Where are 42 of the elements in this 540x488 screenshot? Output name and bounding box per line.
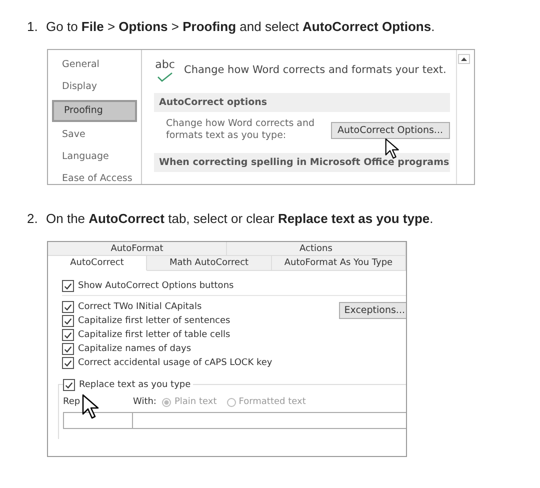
nav-item[interactable]: Ease of Access [52,168,137,190]
nav-item[interactable]: General [52,54,137,76]
checkbox[interactable] [62,343,74,355]
with-label: With: [133,397,156,407]
tab[interactable]: AutoFormat As You Type [272,256,406,271]
checkbox-label: Correct accidental usage of cAPS LOCK key [78,358,272,368]
step-number: 1. [27,18,39,34]
checkbox-label: Show AutoCorrect Options buttons [78,281,234,291]
tab[interactable]: AutoFormat [48,242,227,256]
step-number: 2. [27,210,39,226]
instruction-text: On the AutoCorrect tab, select or clear Replace text as you type. [46,210,434,226]
checkbox[interactable] [62,315,74,327]
radio-label: Plain text [174,397,217,407]
checkbox[interactable] [62,357,74,369]
checkbox-label: Correct TWo INitial CApitals [78,302,202,312]
section-description: Change how Word corrects and formats text as you type: [166,118,316,142]
checkbox-label: Replace text as you type [79,380,191,390]
checkbox[interactable] [62,329,74,341]
autocorrect-options-button[interactable]: AutoCorrect Options... [330,122,450,138]
instruction-text: Go to File > Options > Proofing and select AutoCorrect Options. [46,18,435,34]
nav-item[interactable]: Proofing [52,100,137,122]
scrollbar[interactable] [456,50,471,184]
nav-item[interactable]: Language [52,146,137,168]
mouse-pointer-icon [82,394,100,420]
section-heading: When correcting spelling in Microsoft Office programs [154,153,450,172]
section-heading: AutoCorrect options [154,93,450,112]
checkbox-label: Capitalize first letter of table cells [78,330,230,340]
tab[interactable]: Math AutoCorrect [147,256,272,271]
replace-label: Rep [63,397,82,407]
intro-text: Change how Word corrects and formats your text. [184,64,446,76]
abc-label: abc [155,58,175,70]
exceptions-button[interactable]: Exceptions... [339,302,406,319]
nav-item[interactable]: Save [52,124,137,146]
radio-label: Formatted text [238,397,306,407]
scroll-up-icon [458,54,470,64]
checkbox[interactable] [62,301,74,313]
check-icon [157,72,173,82]
checkbox-label: Capitalize names of days [78,344,192,354]
checkbox[interactable] [62,280,74,292]
checkbox-label: Capitalize first letter of sentences [78,316,230,326]
nav-item[interactable]: Display [52,76,137,98]
tab[interactable]: Actions [227,242,406,256]
